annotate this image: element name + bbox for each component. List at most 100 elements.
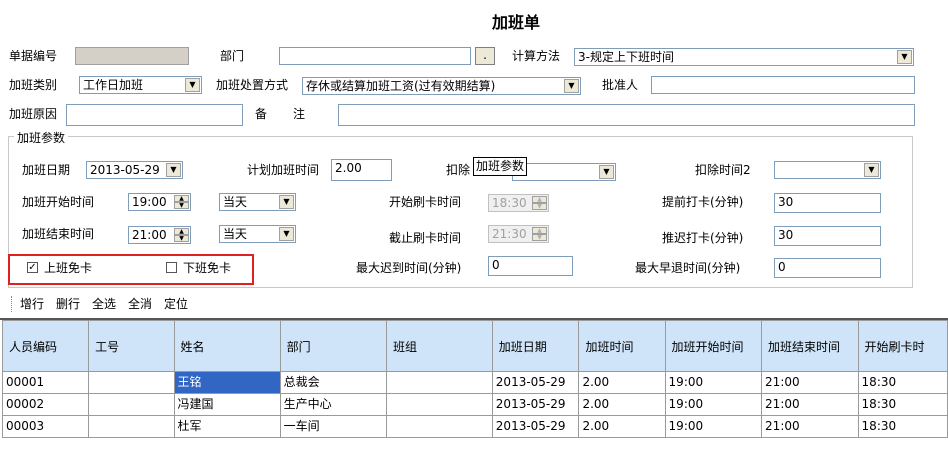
chevron-down-icon[interactable]: ▼	[599, 165, 614, 179]
table-cell[interactable]: 2.00	[578, 415, 666, 438]
table-cell[interactable]	[88, 393, 175, 416]
table-cell[interactable]: 生产中心	[279, 393, 387, 416]
table-cell[interactable]: 18:30	[857, 393, 948, 416]
add-row-button[interactable]: 增行	[20, 296, 44, 312]
plan-time-field[interactable]: 2.00	[331, 159, 392, 181]
approver-field[interactable]	[651, 76, 915, 94]
max-late-field[interactable]: 0	[488, 256, 573, 276]
start-time-spinner[interactable]: 19:00 ▲ ▼	[128, 193, 191, 211]
table-cell[interactable]: 2.00	[578, 393, 666, 416]
table-cell[interactable]	[385, 393, 493, 416]
deselect-all-button[interactable]: 全消	[128, 296, 152, 312]
max-late-label: 最大迟到时间(分钟)	[356, 261, 462, 275]
start-day-select[interactable]: 当天 ▼	[219, 193, 296, 211]
col-header[interactable]: 加班时间	[578, 320, 666, 372]
col-header[interactable]: 开始刷卡时	[857, 320, 948, 372]
chevron-down-icon[interactable]: ▼	[897, 50, 912, 64]
chevron-down-icon[interactable]: ▼	[185, 78, 200, 92]
spin-down-icon: ▼	[532, 203, 547, 210]
table-cell[interactable]: 18:30	[857, 415, 948, 438]
end-time-spinner[interactable]: 21:00 ▲ ▼	[128, 226, 191, 244]
col-header[interactable]: 加班日期	[491, 320, 580, 372]
calc-method-select[interactable]: 3-规定上下班时间 ▼	[574, 48, 914, 66]
ot-type-select[interactable]: 工作日加班 ▼	[79, 76, 202, 94]
col-header[interactable]: 部门	[279, 320, 387, 372]
table-cell[interactable]: 2013-05-29	[491, 393, 580, 416]
end-day-select[interactable]: 当天 ▼	[219, 225, 296, 243]
col-header[interactable]: 姓名	[173, 320, 281, 372]
early-card-label: 提前打卡(分钟)	[662, 195, 744, 209]
doc-no-field[interactable]	[75, 47, 189, 65]
chevron-down-icon[interactable]: ▼	[864, 163, 879, 177]
table-cell[interactable]: 总裁会	[279, 371, 387, 394]
select-all-button[interactable]: 全选	[92, 296, 116, 312]
table-cell[interactable]: 19:00	[664, 415, 763, 438]
dept-field[interactable]	[279, 47, 471, 65]
off-free-checkbox[interactable]	[166, 262, 177, 273]
table-cell[interactable]: 杜军	[173, 415, 281, 438]
deduct2-select[interactable]: ▼	[774, 161, 881, 179]
delete-row-button[interactable]: 删行	[56, 296, 80, 312]
max-early-label: 最大早退时间(分钟)	[635, 261, 741, 275]
remark-field[interactable]	[338, 104, 915, 126]
toolbar-grip[interactable]	[11, 296, 14, 312]
end-time-value: 21:00	[132, 228, 167, 242]
table-cell[interactable]: 21:00	[761, 415, 859, 438]
table-cell[interactable]: 2013-05-29	[491, 415, 580, 438]
on-free-checkbox[interactable]: ✓	[27, 262, 38, 273]
spin-up-icon[interactable]: ▲	[174, 195, 189, 202]
table-cell[interactable]	[88, 371, 175, 394]
dept-label: 部门	[220, 49, 245, 63]
table-cell[interactable]	[385, 371, 493, 394]
table-cell[interactable]: 19:00	[664, 393, 763, 416]
col-header[interactable]: 班组	[385, 320, 493, 372]
end-time-label: 加班结束时间	[22, 227, 95, 241]
off-free-label: 下班免卡	[183, 261, 232, 275]
table-cell[interactable]: 19:00	[664, 371, 763, 394]
table-cell[interactable]: 2013-05-29	[491, 371, 580, 394]
spin-up-icon[interactable]: ▲	[174, 228, 189, 235]
table-cell[interactable]: 一车间	[279, 415, 387, 438]
deduct1-select[interactable]: ▼	[512, 163, 616, 181]
table-cell[interactable]: 王铭	[173, 371, 281, 394]
start-time-value: 19:00	[132, 195, 167, 209]
table-cell[interactable]: 18:30	[857, 371, 948, 394]
reason-label: 加班原因	[9, 107, 58, 121]
table-cell[interactable]: 2.00	[578, 371, 666, 394]
table-cell[interactable]: 冯建国	[173, 393, 281, 416]
table-cell[interactable]: 21:00	[761, 393, 859, 416]
ot-type-value: 工作日加班	[83, 78, 144, 92]
spin-up-icon: ▲	[532, 196, 547, 203]
table-row[interactable]: 00002 冯建国 生产中心 2013-05-29 2.00 19:00 21:…	[1, 393, 948, 416]
early-card-field[interactable]: 30	[774, 193, 881, 213]
table-row[interactable]: 00001 王铭 总裁会 2013-05-29 2.00 19:00 21:00…	[1, 371, 948, 394]
col-header[interactable]: 加班开始时间	[664, 320, 763, 372]
start-day-value: 当天	[223, 195, 248, 209]
calc-method-label: 计算方法	[512, 49, 561, 63]
col-header[interactable]: 人员编码	[1, 320, 90, 372]
max-early-field[interactable]: 0	[774, 258, 881, 278]
table-cell[interactable]: 00003	[1, 415, 90, 438]
table-cell[interactable]	[88, 415, 175, 438]
dept-browse-button[interactable]: .	[475, 47, 495, 65]
col-header[interactable]: 加班结束时间	[761, 320, 859, 372]
table-cell[interactable]	[385, 415, 493, 438]
chevron-down-icon[interactable]: ▼	[279, 195, 294, 209]
table-row[interactable]: 00003 杜军 一车间 2013-05-29 2.00 19:00 21:00…	[1, 415, 948, 438]
locate-button[interactable]: 定位	[164, 296, 188, 312]
ot-handle-label: 加班处置方式	[216, 78, 289, 92]
ot-date-picker[interactable]: 2013-05-29 ▼	[86, 161, 183, 179]
spin-down-icon[interactable]: ▼	[174, 235, 189, 242]
late-card-field[interactable]: 30	[774, 226, 881, 246]
page-title: 加班单	[491, 13, 540, 32]
table-cell[interactable]: 21:00	[761, 371, 859, 394]
ot-handle-select[interactable]: 存休或结算加班工资(过有效期结算) ▼	[302, 77, 581, 95]
reason-field[interactable]	[66, 104, 243, 126]
col-header[interactable]: 工号	[88, 320, 175, 372]
spin-down-icon[interactable]: ▼	[174, 202, 189, 209]
table-cell[interactable]: 00002	[1, 393, 90, 416]
chevron-down-icon[interactable]: ▼	[279, 227, 294, 241]
table-cell[interactable]: 00001	[1, 371, 90, 394]
chevron-down-icon[interactable]: ▼	[564, 79, 579, 93]
chevron-down-icon[interactable]: ▼	[166, 163, 181, 177]
